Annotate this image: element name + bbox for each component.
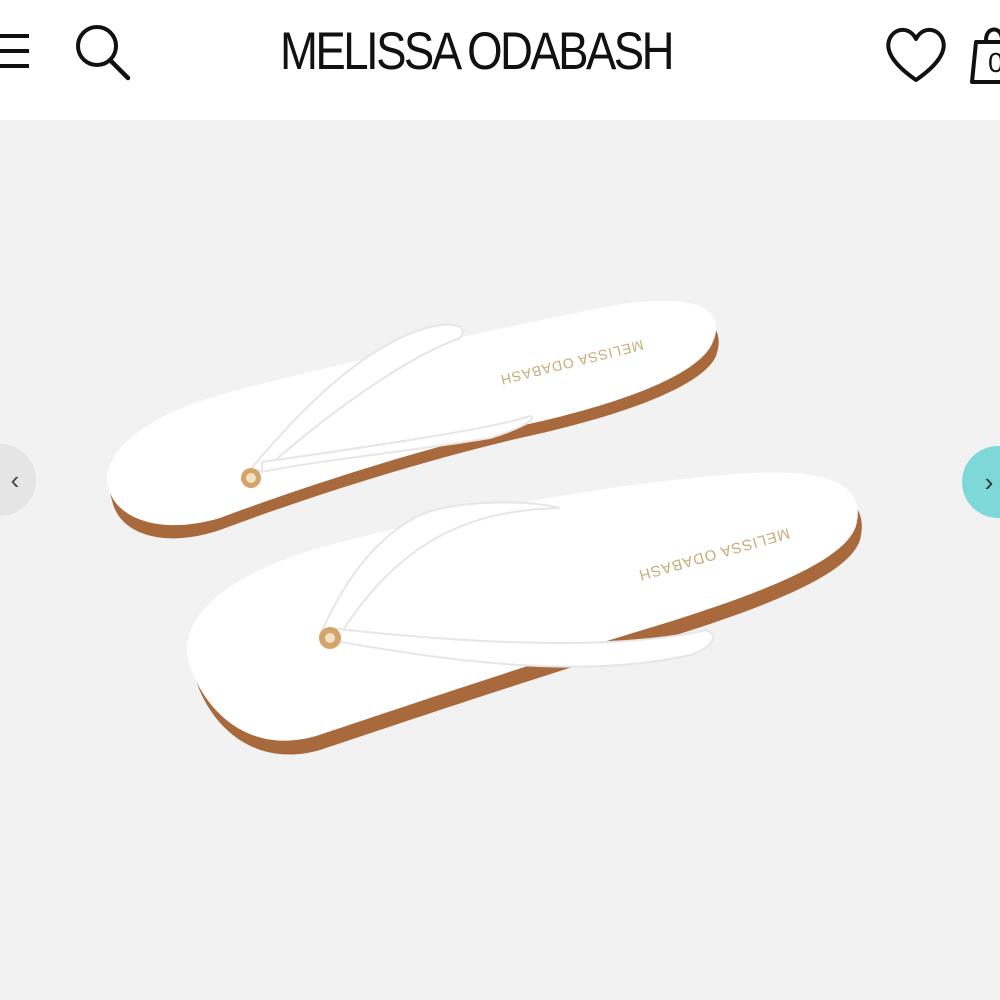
brand-logo[interactable]: MELISSA ODABASH <box>280 22 675 82</box>
bag-count: 0 <box>988 47 1000 78</box>
site-header: MELISSA ODABASH 0 <box>0 0 1000 120</box>
hamburger-menu-icon <box>0 34 29 68</box>
product-image: MELISSA ODABASH MELISSA ODABASH <box>107 300 862 755</box>
chevron-left-icon: ‹ <box>10 465 20 495</box>
search-icon <box>76 25 131 81</box>
shopping-bag-button[interactable]: 0 <box>968 18 1000 88</box>
search-button[interactable] <box>70 22 134 82</box>
menu-button[interactable] <box>0 28 30 74</box>
product-image-gallery: MELISSA ODABASH MELISSA ODABASH ‹ › <box>0 120 1000 1000</box>
heart-icon <box>886 27 946 82</box>
wishlist-button[interactable] <box>882 24 950 86</box>
shopping-bag-icon: 0 <box>970 27 1000 84</box>
chevron-right-icon: › <box>984 467 994 497</box>
sandal-front: MELISSA ODABASH <box>186 472 862 755</box>
